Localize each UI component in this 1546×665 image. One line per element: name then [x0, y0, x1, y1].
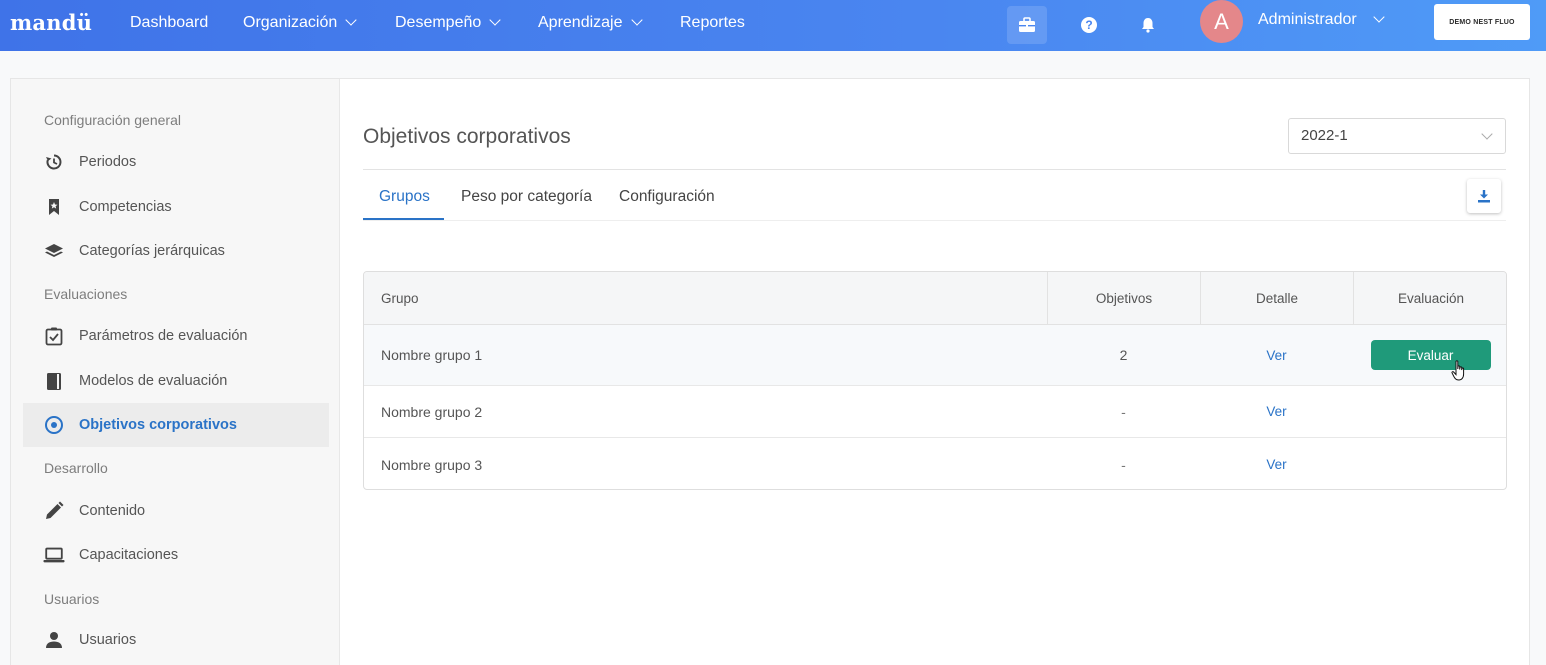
- table-row: Nombre grupo 3 - Ver: [364, 438, 1506, 489]
- groups-table: Grupo Objetivos Detalle Evaluación Nombr…: [363, 271, 1507, 490]
- period-select[interactable]: 2022-1: [1288, 118, 1506, 154]
- cell-objetivos: -: [1121, 403, 1126, 420]
- active-tab-indicator: [363, 218, 444, 220]
- chevron-down-icon: [345, 14, 357, 26]
- sidebar-item-label: Parámetros de evaluación: [79, 328, 248, 344]
- chevron-down-icon: [1373, 11, 1385, 23]
- cell-grupo: Nombre grupo 3: [381, 456, 483, 473]
- section-title-desarrollo: Desarrollo: [44, 460, 108, 476]
- tab-grupos[interactable]: Grupos: [379, 188, 430, 206]
- header-objetivos: Objetivos: [1047, 272, 1200, 325]
- help-icon: ?: [1081, 17, 1097, 33]
- help-button[interactable]: ?: [1069, 6, 1109, 44]
- bookmark-icon: [43, 196, 65, 218]
- sidebar-item-periodos[interactable]: Periodos: [23, 140, 329, 184]
- download-button[interactable]: [1467, 179, 1501, 213]
- sidebar-item-label: Modelos de evaluación: [79, 373, 228, 389]
- chevron-down-icon: [630, 14, 643, 26]
- content-area: Objetivos corporativos 2022-1 Grupos Pes…: [363, 79, 1507, 665]
- hand-cursor-icon: [1451, 360, 1465, 381]
- target-icon: [43, 414, 65, 436]
- ver-link[interactable]: Ver: [1266, 457, 1286, 472]
- sidebar-item-label: Categorías jerárquicas: [79, 243, 225, 259]
- sidebar-item-objetivos[interactable]: Objetivos corporativos: [23, 403, 329, 447]
- cell-objetivos: -: [1121, 456, 1126, 473]
- cell-grupo: Nombre grupo 2: [381, 403, 483, 420]
- sidebar-item-label: Contenido: [79, 503, 146, 519]
- avatar[interactable]: A: [1200, 0, 1243, 43]
- table-row: Nombre grupo 2 - Ver: [364, 386, 1506, 438]
- svg-text:?: ?: [1085, 18, 1092, 32]
- ver-link[interactable]: Ver: [1266, 404, 1286, 419]
- header-grupo: Grupo: [381, 291, 419, 306]
- page-title: Objetivos corporativos: [363, 125, 571, 148]
- sidebar-item-competencias[interactable]: Competencias: [23, 185, 329, 229]
- sidebar-item-label: Periodos: [79, 154, 137, 170]
- evaluate-button[interactable]: Evaluar: [1370, 340, 1491, 370]
- tab-configuracion[interactable]: Configuración: [619, 188, 715, 206]
- sidebar-item-modelos[interactable]: Modelos de evaluación: [23, 359, 329, 403]
- table-row: Nombre grupo 1 2 Ver Evaluar: [364, 325, 1506, 386]
- cell-grupo: Nombre grupo 1: [381, 347, 483, 363]
- pencil-icon: [43, 500, 65, 522]
- book-icon: [43, 370, 65, 392]
- download-icon: [1478, 190, 1490, 203]
- section-title-general: Configuración general: [44, 112, 181, 128]
- sidebar-item-label: Usuarios: [79, 632, 137, 648]
- sidebar-item-label: Capacitaciones: [79, 547, 179, 563]
- laptop-icon: [43, 544, 65, 566]
- chevron-down-icon: [1481, 128, 1493, 140]
- user-icon: [43, 629, 65, 651]
- user-menu[interactable]: Administrador: [1258, 11, 1385, 29]
- chevron-down-icon: [489, 14, 501, 26]
- briefcase-icon: [1019, 17, 1035, 32]
- sidebar-item-contenido[interactable]: Contenido: [23, 489, 329, 533]
- notifications-button[interactable]: [1128, 6, 1168, 44]
- sidebar-item-label: Objetivos corporativos: [79, 417, 237, 433]
- cell-objetivos: 2: [1119, 347, 1128, 363]
- nav-desempeno[interactable]: Desempeño: [395, 14, 501, 32]
- section-title-evaluaciones: Evaluaciones: [44, 286, 128, 302]
- main-container: Configuración general Periodos Competenc…: [10, 78, 1530, 665]
- briefcase-button[interactable]: [1007, 6, 1047, 44]
- nav-organizacion[interactable]: Organización: [243, 14, 357, 32]
- layers-icon: [43, 240, 65, 262]
- nav-reportes[interactable]: Reportes: [680, 14, 745, 32]
- sidebar-item-parametros[interactable]: Parámetros de evaluación: [23, 314, 329, 358]
- table-header: Grupo Objetivos Detalle Evaluación: [364, 272, 1506, 325]
- sidebar-item-usuarios[interactable]: Usuarios: [23, 618, 329, 662]
- nav-aprendizaje[interactable]: Aprendizaje: [538, 14, 643, 32]
- sidebar-item-categorias[interactable]: Categorías jerárquicas: [23, 229, 329, 273]
- company-logo[interactable]: DEMO NEST FLUO: [1434, 4, 1530, 40]
- sidebar-item-label: Competencias: [79, 199, 172, 215]
- header-detalle: Detalle: [1200, 272, 1353, 325]
- divider: [363, 169, 1506, 170]
- tab-bar: Grupos Peso por categoría Configuración: [363, 180, 1506, 221]
- top-navbar: mandü Dashboard Organización Desempeño A…: [0, 0, 1546, 51]
- history-icon: [43, 151, 65, 173]
- sidebar-item-capacitaciones[interactable]: Capacitaciones: [23, 533, 329, 577]
- period-value: 2022-1: [1301, 127, 1348, 144]
- nav-dashboard[interactable]: Dashboard: [130, 14, 208, 32]
- section-title-usuarios: Usuarios: [44, 591, 100, 607]
- bell-icon: [1142, 18, 1154, 33]
- checklist-icon: [43, 325, 65, 347]
- ver-link[interactable]: Ver: [1266, 348, 1286, 363]
- sidebar: Configuración general Periodos Competenc…: [11, 79, 340, 665]
- header-evaluacion: Evaluación: [1353, 272, 1506, 325]
- logo[interactable]: mandü: [10, 10, 92, 35]
- tab-peso-por-categoria[interactable]: Peso por categoría: [461, 188, 592, 206]
